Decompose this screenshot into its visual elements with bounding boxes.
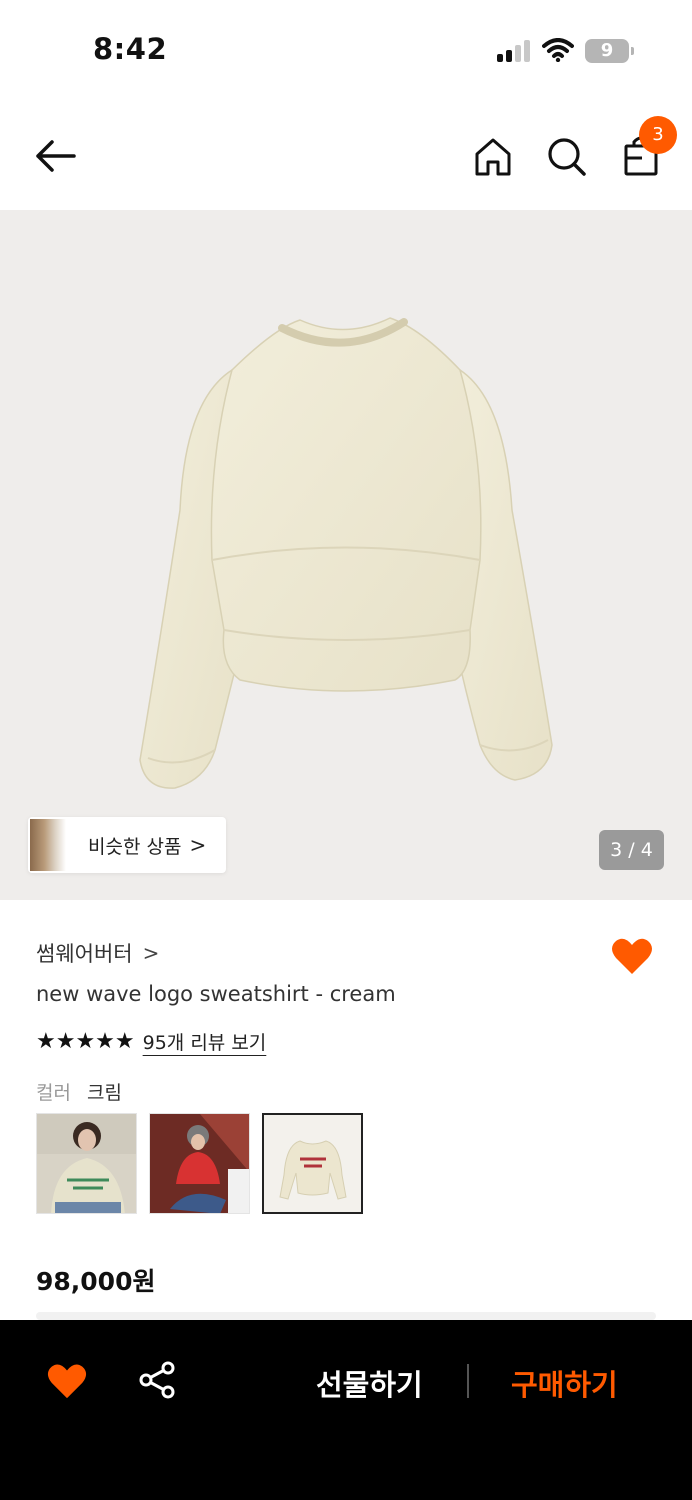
product-image: [139, 317, 553, 789]
swatch-model-front[interactable]: [36, 1113, 137, 1214]
search-icon[interactable]: [546, 136, 588, 178]
bottom-action-bar: 선물하기 구매하기: [0, 1320, 692, 1500]
product-image-carousel[interactable]: 비슷한 상품 > 3 / 4: [0, 210, 692, 900]
heart-icon[interactable]: [46, 1360, 88, 1402]
share-icon[interactable]: [137, 1360, 177, 1400]
image-page-indicator: 3 / 4: [599, 830, 664, 870]
chevron-right-icon: >: [142, 941, 160, 965]
heart-icon[interactable]: [610, 934, 654, 978]
reviews-link[interactable]: 95개 리뷰 보기: [143, 1028, 267, 1055]
battery-indicator: 9: [585, 39, 629, 63]
color-label: 컬러: [36, 1082, 71, 1104]
brand-name: 썸웨어버터: [36, 942, 133, 966]
signal-icon: [497, 40, 533, 62]
rating-row: ★★★★★ 95개 리뷰 보기: [36, 1028, 266, 1055]
selected-color: 크림: [87, 1082, 122, 1104]
brand-link[interactable]: 썸웨어버터 >: [36, 938, 159, 968]
product-price: 98,000원: [36, 1267, 156, 1296]
top-navigation: [0, 100, 692, 210]
gift-button[interactable]: 선물하기: [316, 1362, 423, 1404]
status-time: 8:42: [93, 32, 168, 66]
wifi-icon: [542, 38, 574, 62]
home-icon[interactable]: [472, 136, 514, 178]
status-bar: 8:42 9: [0, 0, 692, 100]
arrow-left-icon[interactable]: [32, 136, 78, 176]
button-divider: [467, 1364, 469, 1398]
color-swatches: [36, 1113, 363, 1214]
color-option-row: 컬러 크림: [36, 1078, 122, 1105]
swatch-model-red[interactable]: [149, 1113, 250, 1214]
section-divider: [36, 1312, 656, 1320]
similar-products-button[interactable]: 비슷한 상품 >: [28, 817, 226, 873]
battery-tip: [631, 47, 634, 55]
star-rating: ★★★★★: [36, 1029, 135, 1054]
swatch-product-cream[interactable]: [262, 1113, 363, 1214]
similar-products-thumbnail: [30, 819, 66, 871]
product-name: new wave logo sweatshirt - cream: [36, 982, 396, 1006]
cart-count-badge: 3: [639, 116, 677, 154]
buy-button[interactable]: 구매하기: [511, 1362, 618, 1404]
similar-products-label: 비슷한 상품: [88, 835, 182, 858]
chevron-right-icon: >: [189, 833, 207, 857]
